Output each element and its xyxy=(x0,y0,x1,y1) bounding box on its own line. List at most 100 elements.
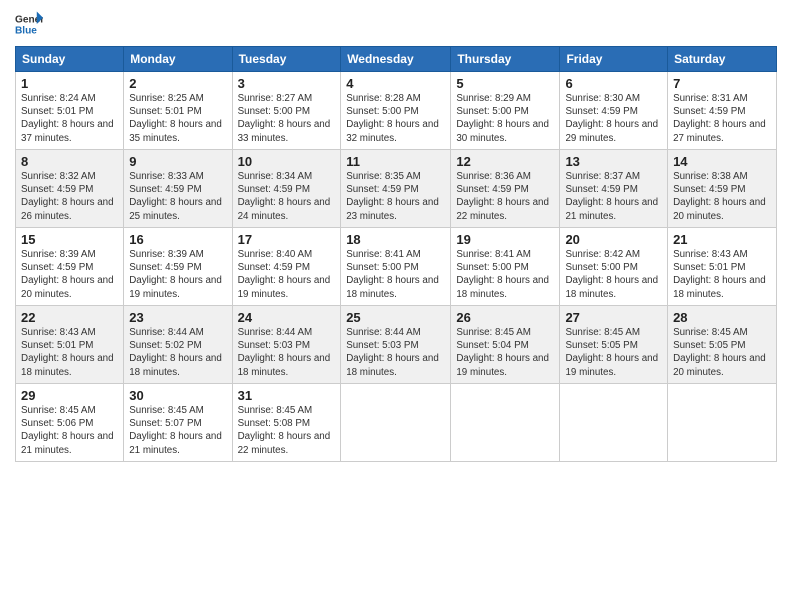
calendar-cell: 2 Sunrise: 8:25 AMSunset: 5:01 PMDayligh… xyxy=(124,72,232,150)
logo: General Blue xyxy=(15,10,43,38)
day-number: 5 xyxy=(456,76,554,91)
day-info: Sunrise: 8:36 AMSunset: 4:59 PMDaylight:… xyxy=(456,171,549,222)
calendar-cell: 25 Sunrise: 8:44 AMSunset: 5:03 PMDaylig… xyxy=(341,306,451,384)
calendar-cell: 19 Sunrise: 8:41 AMSunset: 5:00 PMDaylig… xyxy=(451,228,560,306)
day-info: Sunrise: 8:30 AMSunset: 4:59 PMDaylight:… xyxy=(565,93,658,144)
day-number: 11 xyxy=(346,154,445,169)
calendar-header-row: SundayMondayTuesdayWednesdayThursdayFrid… xyxy=(16,47,777,72)
calendar-cell: 23 Sunrise: 8:44 AMSunset: 5:02 PMDaylig… xyxy=(124,306,232,384)
day-number: 3 xyxy=(238,76,336,91)
day-number: 8 xyxy=(21,154,118,169)
day-info: Sunrise: 8:37 AMSunset: 4:59 PMDaylight:… xyxy=(565,171,658,222)
day-info: Sunrise: 8:31 AMSunset: 4:59 PMDaylight:… xyxy=(673,93,766,144)
col-header-thursday: Thursday xyxy=(451,47,560,72)
calendar-cell: 28 Sunrise: 8:45 AMSunset: 5:05 PMDaylig… xyxy=(668,306,777,384)
calendar-cell: 9 Sunrise: 8:33 AMSunset: 4:59 PMDayligh… xyxy=(124,150,232,228)
day-number: 13 xyxy=(565,154,662,169)
day-info: Sunrise: 8:27 AMSunset: 5:00 PMDaylight:… xyxy=(238,93,331,144)
day-info: Sunrise: 8:39 AMSunset: 4:59 PMDaylight:… xyxy=(21,249,114,300)
day-number: 10 xyxy=(238,154,336,169)
col-header-sunday: Sunday xyxy=(16,47,124,72)
day-info: Sunrise: 8:41 AMSunset: 5:00 PMDaylight:… xyxy=(346,249,439,300)
calendar-cell: 30 Sunrise: 8:45 AMSunset: 5:07 PMDaylig… xyxy=(124,384,232,462)
calendar-cell xyxy=(341,384,451,462)
header: General Blue xyxy=(15,10,777,38)
calendar-cell: 14 Sunrise: 8:38 AMSunset: 4:59 PMDaylig… xyxy=(668,150,777,228)
day-info: Sunrise: 8:45 AMSunset: 5:06 PMDaylight:… xyxy=(21,405,114,456)
day-info: Sunrise: 8:43 AMSunset: 5:01 PMDaylight:… xyxy=(21,327,114,378)
calendar-cell: 7 Sunrise: 8:31 AMSunset: 4:59 PMDayligh… xyxy=(668,72,777,150)
day-number: 16 xyxy=(129,232,226,247)
day-info: Sunrise: 8:34 AMSunset: 4:59 PMDaylight:… xyxy=(238,171,331,222)
calendar-cell: 12 Sunrise: 8:36 AMSunset: 4:59 PMDaylig… xyxy=(451,150,560,228)
day-info: Sunrise: 8:44 AMSunset: 5:03 PMDaylight:… xyxy=(238,327,331,378)
calendar-cell: 15 Sunrise: 8:39 AMSunset: 4:59 PMDaylig… xyxy=(16,228,124,306)
day-number: 28 xyxy=(673,310,771,325)
calendar-cell: 21 Sunrise: 8:43 AMSunset: 5:01 PMDaylig… xyxy=(668,228,777,306)
calendar-cell xyxy=(451,384,560,462)
logo-icon: General Blue xyxy=(15,10,43,38)
col-header-saturday: Saturday xyxy=(668,47,777,72)
calendar-cell: 5 Sunrise: 8:29 AMSunset: 5:00 PMDayligh… xyxy=(451,72,560,150)
week-row-4: 22 Sunrise: 8:43 AMSunset: 5:01 PMDaylig… xyxy=(16,306,777,384)
calendar-cell: 8 Sunrise: 8:32 AMSunset: 4:59 PMDayligh… xyxy=(16,150,124,228)
calendar-table: SundayMondayTuesdayWednesdayThursdayFrid… xyxy=(15,46,777,462)
day-info: Sunrise: 8:45 AMSunset: 5:07 PMDaylight:… xyxy=(129,405,222,456)
calendar-cell: 11 Sunrise: 8:35 AMSunset: 4:59 PMDaylig… xyxy=(341,150,451,228)
calendar-cell: 4 Sunrise: 8:28 AMSunset: 5:00 PMDayligh… xyxy=(341,72,451,150)
day-info: Sunrise: 8:41 AMSunset: 5:00 PMDaylight:… xyxy=(456,249,549,300)
calendar-cell: 26 Sunrise: 8:45 AMSunset: 5:04 PMDaylig… xyxy=(451,306,560,384)
week-row-1: 1 Sunrise: 8:24 AMSunset: 5:01 PMDayligh… xyxy=(16,72,777,150)
calendar-cell: 13 Sunrise: 8:37 AMSunset: 4:59 PMDaylig… xyxy=(560,150,668,228)
day-number: 1 xyxy=(21,76,118,91)
day-number: 12 xyxy=(456,154,554,169)
calendar-cell: 6 Sunrise: 8:30 AMSunset: 4:59 PMDayligh… xyxy=(560,72,668,150)
day-info: Sunrise: 8:28 AMSunset: 5:00 PMDaylight:… xyxy=(346,93,439,144)
day-info: Sunrise: 8:24 AMSunset: 5:01 PMDaylight:… xyxy=(21,93,114,144)
day-number: 23 xyxy=(129,310,226,325)
day-number: 26 xyxy=(456,310,554,325)
day-info: Sunrise: 8:32 AMSunset: 4:59 PMDaylight:… xyxy=(21,171,114,222)
col-header-friday: Friday xyxy=(560,47,668,72)
day-info: Sunrise: 8:43 AMSunset: 5:01 PMDaylight:… xyxy=(673,249,766,300)
col-header-wednesday: Wednesday xyxy=(341,47,451,72)
day-number: 4 xyxy=(346,76,445,91)
day-number: 2 xyxy=(129,76,226,91)
day-number: 29 xyxy=(21,388,118,403)
day-info: Sunrise: 8:45 AMSunset: 5:04 PMDaylight:… xyxy=(456,327,549,378)
calendar-cell: 1 Sunrise: 8:24 AMSunset: 5:01 PMDayligh… xyxy=(16,72,124,150)
day-number: 18 xyxy=(346,232,445,247)
day-info: Sunrise: 8:25 AMSunset: 5:01 PMDaylight:… xyxy=(129,93,222,144)
day-info: Sunrise: 8:45 AMSunset: 5:08 PMDaylight:… xyxy=(238,405,331,456)
day-info: Sunrise: 8:44 AMSunset: 5:02 PMDaylight:… xyxy=(129,327,222,378)
week-row-3: 15 Sunrise: 8:39 AMSunset: 4:59 PMDaylig… xyxy=(16,228,777,306)
day-info: Sunrise: 8:38 AMSunset: 4:59 PMDaylight:… xyxy=(673,171,766,222)
calendar-cell: 20 Sunrise: 8:42 AMSunset: 5:00 PMDaylig… xyxy=(560,228,668,306)
day-number: 6 xyxy=(565,76,662,91)
day-number: 14 xyxy=(673,154,771,169)
day-number: 9 xyxy=(129,154,226,169)
day-info: Sunrise: 8:39 AMSunset: 4:59 PMDaylight:… xyxy=(129,249,222,300)
calendar-cell: 10 Sunrise: 8:34 AMSunset: 4:59 PMDaylig… xyxy=(232,150,341,228)
day-number: 25 xyxy=(346,310,445,325)
day-number: 15 xyxy=(21,232,118,247)
calendar-cell: 24 Sunrise: 8:44 AMSunset: 5:03 PMDaylig… xyxy=(232,306,341,384)
svg-text:Blue: Blue xyxy=(15,25,37,36)
day-number: 20 xyxy=(565,232,662,247)
calendar-cell: 31 Sunrise: 8:45 AMSunset: 5:08 PMDaylig… xyxy=(232,384,341,462)
calendar-cell xyxy=(668,384,777,462)
day-info: Sunrise: 8:40 AMSunset: 4:59 PMDaylight:… xyxy=(238,249,331,300)
day-number: 24 xyxy=(238,310,336,325)
calendar-cell: 22 Sunrise: 8:43 AMSunset: 5:01 PMDaylig… xyxy=(16,306,124,384)
day-info: Sunrise: 8:44 AMSunset: 5:03 PMDaylight:… xyxy=(346,327,439,378)
calendar-cell: 29 Sunrise: 8:45 AMSunset: 5:06 PMDaylig… xyxy=(16,384,124,462)
calendar-cell xyxy=(560,384,668,462)
calendar-cell: 18 Sunrise: 8:41 AMSunset: 5:00 PMDaylig… xyxy=(341,228,451,306)
day-info: Sunrise: 8:29 AMSunset: 5:00 PMDaylight:… xyxy=(456,93,549,144)
day-info: Sunrise: 8:35 AMSunset: 4:59 PMDaylight:… xyxy=(346,171,439,222)
day-info: Sunrise: 8:45 AMSunset: 5:05 PMDaylight:… xyxy=(673,327,766,378)
col-header-monday: Monday xyxy=(124,47,232,72)
page: General Blue SundayMondayTuesdayWednesda… xyxy=(0,0,792,612)
day-number: 21 xyxy=(673,232,771,247)
day-info: Sunrise: 8:45 AMSunset: 5:05 PMDaylight:… xyxy=(565,327,658,378)
